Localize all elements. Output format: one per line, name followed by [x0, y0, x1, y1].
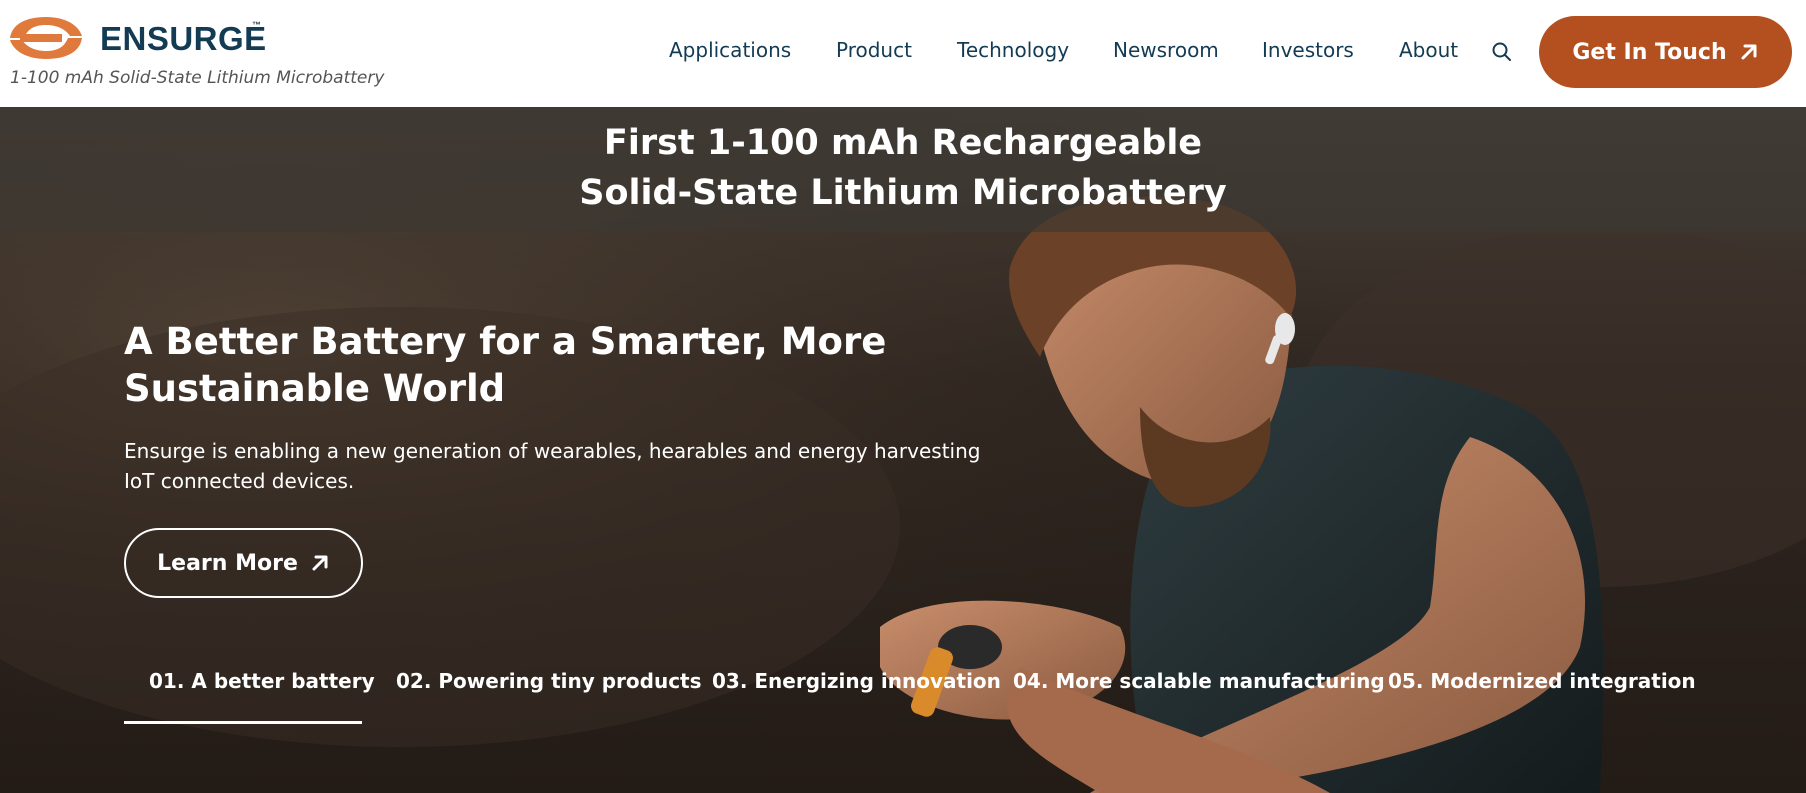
nav-item-technology[interactable]: Technology: [957, 38, 1069, 62]
active-tab-indicator: [124, 721, 362, 724]
nav-item-investors[interactable]: Investors: [1262, 38, 1354, 62]
hero-headline-line-2: Sustainable World: [124, 367, 506, 410]
hero-headline-line-1: A Better Battery for a Smarter, More: [124, 320, 887, 363]
get-in-touch-label: Get In Touch: [1572, 39, 1727, 65]
arrow-up-right-icon: [312, 555, 328, 571]
tab-a-better-battery[interactable]: 01. A better battery: [149, 669, 375, 693]
site-header: ENSURGE ™ 1-100 mAh Solid-State Lithium …: [0, 0, 1806, 107]
trademark-symbol: ™: [252, 20, 261, 30]
hero-description-line-1: Ensurge is enabling a new generation of …: [124, 439, 981, 463]
hero-banner: First 1-100 mAh Rechargeable Solid-State…: [0, 107, 1806, 232]
ensurge-logo-mark-icon: [10, 17, 82, 59]
brand-tagline: 1-100 mAh Solid-State Lithium Microbatte…: [10, 68, 385, 88]
tab-more-scalable-manufacturing[interactable]: 04. More scalable manufacturing: [1013, 669, 1385, 693]
nav-item-newsroom[interactable]: Newsroom: [1113, 38, 1219, 62]
banner-title-line-2: Solid-State Lithium Microbattery: [579, 173, 1227, 213]
search-icon: [1492, 42, 1511, 61]
nav-item-about[interactable]: About: [1399, 38, 1458, 62]
get-in-touch-button[interactable]: Get In Touch: [1539, 16, 1792, 88]
search-button[interactable]: [1490, 40, 1514, 64]
learn-more-label: Learn More: [157, 550, 298, 576]
tab-energizing-innovation[interactable]: 03. Energizing innovation: [712, 669, 1001, 693]
brand-wordmark: ENSURGE: [100, 20, 267, 57]
learn-more-button[interactable]: Learn More: [124, 528, 363, 598]
nav-item-product[interactable]: Product: [836, 38, 912, 62]
tab-powering-tiny-products[interactable]: 02. Powering tiny products: [396, 669, 702, 693]
tab-modernized-integration[interactable]: 05. Modernized integration: [1388, 669, 1696, 693]
nav-item-applications[interactable]: Applications: [669, 38, 791, 62]
banner-title-line-1: First 1-100 mAh Rechargeable: [603, 123, 1203, 163]
arrow-up-right-icon: [1741, 44, 1757, 60]
hero-section: First 1-100 mAh Rechargeable Solid-State…: [0, 107, 1806, 793]
logo-link[interactable]: ENSURGE ™: [6, 14, 266, 62]
hero-description-line-2: IoT connected devices.: [124, 469, 355, 493]
